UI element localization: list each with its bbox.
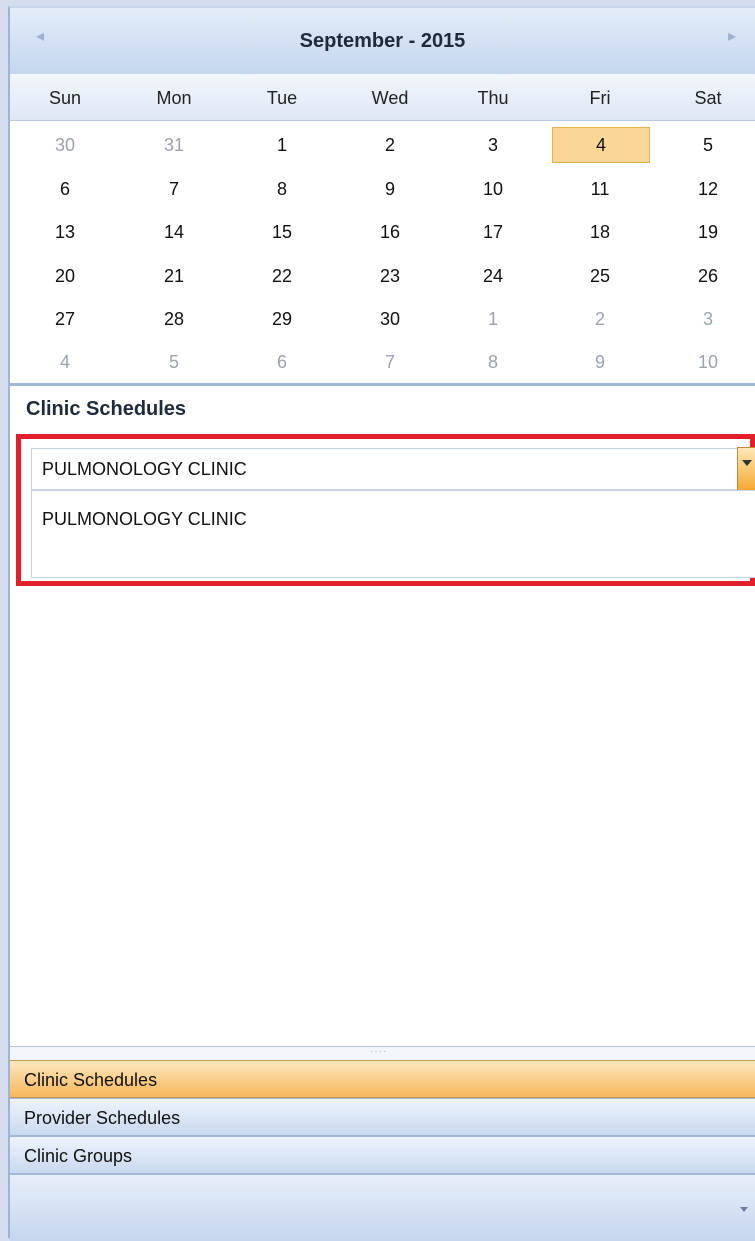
dow-label: Fri — [589, 88, 611, 108]
calendar-day[interactable]: 18 — [570, 218, 630, 246]
calendar-day[interactable]: 23 — [360, 262, 420, 290]
calendar-day[interactable]: 25 — [570, 262, 630, 290]
chevron-down-icon[interactable] — [740, 1207, 748, 1212]
calendar-day[interactable]: 6 — [252, 348, 312, 376]
calendar-day-selected[interactable]: 4 — [552, 127, 650, 163]
calendar-day[interactable]: 1 — [252, 131, 312, 159]
clinic-schedules-title: Clinic Schedules — [26, 398, 187, 420]
calendar-day[interactable]: 14 — [144, 218, 204, 246]
calendar-divider — [10, 383, 755, 386]
highlight-annotation-box: PULMONOLOGY CLINIC PULMONOLOGY CLINIC — [16, 434, 755, 586]
calendar-day[interactable]: 11 — [570, 175, 630, 203]
calendar-day[interactable]: 29 — [252, 305, 312, 333]
calendar-day[interactable]: 6 — [35, 175, 95, 203]
dow-label: Thu — [477, 88, 509, 108]
nav-pane-label: Clinic Groups — [24, 1146, 133, 1166]
next-month-arrow-icon[interactable]: ▸ — [728, 26, 736, 46]
calendar-day[interactable]: 2 — [570, 305, 630, 333]
calendar-day[interactable]: 13 — [35, 218, 95, 246]
calendar-day[interactable]: 9 — [570, 348, 630, 376]
calendar-day[interactable]: 8 — [252, 175, 312, 203]
calendar-day[interactable]: 7 — [360, 348, 420, 376]
calendar-day[interactable]: 30 — [360, 305, 420, 333]
calendar-day[interactable]: 19 — [678, 218, 738, 246]
calendar-day[interactable]: 9 — [360, 175, 420, 203]
calendar-day[interactable]: 5 — [144, 348, 204, 376]
calendar-day[interactable]: 21 — [144, 262, 204, 290]
calendar-day[interactable]: 1 — [463, 305, 523, 333]
dow-label: Sun — [48, 88, 82, 108]
calendar-day[interactable]: 10 — [463, 175, 523, 203]
nav-pane-clinic-groups[interactable]: Clinic Groups — [10, 1136, 755, 1174]
nav-pane-label: Provider Schedules — [24, 1108, 181, 1128]
calendar-day[interactable]: 16 — [360, 218, 420, 246]
calendar-day-grid: 30 31 1 2 3 4 5 6 7 8 9 10 11 12 13 14 15 16 17 18 19 20 21 22 2… — [10, 121, 755, 383]
calendar-day[interactable]: 31 — [144, 131, 204, 159]
calendar-day[interactable]: 2 — [360, 131, 420, 159]
calendar-day[interactable]: 3 — [678, 305, 738, 333]
calendar-day[interactable]: 15 — [252, 218, 312, 246]
dow-label: Tue — [266, 88, 298, 108]
calendar-day[interactable]: 7 — [144, 175, 204, 203]
dropdown-option[interactable]: PULMONOLOGY CLINIC — [42, 509, 247, 530]
dow-label: Mon — [156, 88, 192, 108]
nav-pane-label: Clinic Schedules — [24, 1070, 158, 1090]
calendar-day[interactable]: 22 — [252, 262, 312, 290]
nav-pane-provider-schedules[interactable]: Provider Schedules — [10, 1098, 755, 1136]
month-year-title[interactable]: September - 2015 — [10, 30, 755, 53]
dow-label: Sat — [694, 88, 722, 108]
nav-pane-clinic-schedules[interactable]: Clinic Schedules — [10, 1060, 755, 1098]
clinic-dropdown-list: PULMONOLOGY CLINIC — [31, 490, 755, 578]
clinic-combo-box[interactable]: PULMONOLOGY CLINIC — [31, 448, 747, 490]
day-of-week-header: Sun Mon Tue Wed Thu Fri Sat — [10, 74, 755, 121]
pane-splitter[interactable]: ···· — [10, 1046, 755, 1060]
calendar-day[interactable]: 26 — [678, 262, 738, 290]
calendar-header: ◂ September - 2015 ▸ — [10, 8, 755, 75]
chevron-down-icon — [742, 460, 752, 466]
calendar-day[interactable]: 20 — [35, 262, 95, 290]
calendar-day[interactable]: 17 — [463, 218, 523, 246]
calendar-day[interactable]: 12 — [678, 175, 738, 203]
combo-dropdown-button[interactable] — [737, 447, 755, 493]
calendar-day[interactable]: 10 — [678, 348, 738, 376]
calendar-day[interactable]: 27 — [35, 305, 95, 333]
calendar-day[interactable]: 3 — [463, 131, 523, 159]
calendar-day[interactable]: 4 — [35, 348, 95, 376]
calendar-day[interactable]: 24 — [463, 262, 523, 290]
clinic-combo-value: PULMONOLOGY CLINIC — [42, 459, 247, 479]
dow-label: Wed — [371, 88, 409, 108]
calendar-day[interactable]: 5 — [678, 131, 738, 159]
calendar-day[interactable]: 8 — [463, 348, 523, 376]
nav-pane-footer — [10, 1174, 755, 1241]
calendar-day[interactable]: 28 — [144, 305, 204, 333]
calendar-day[interactable]: 30 — [35, 131, 95, 159]
schedule-panel: ◂ September - 2015 ▸ Sun Mon Tue Wed Thu… — [8, 6, 755, 1241]
splitter-grip-icon[interactable]: ···· — [370, 1046, 387, 1057]
